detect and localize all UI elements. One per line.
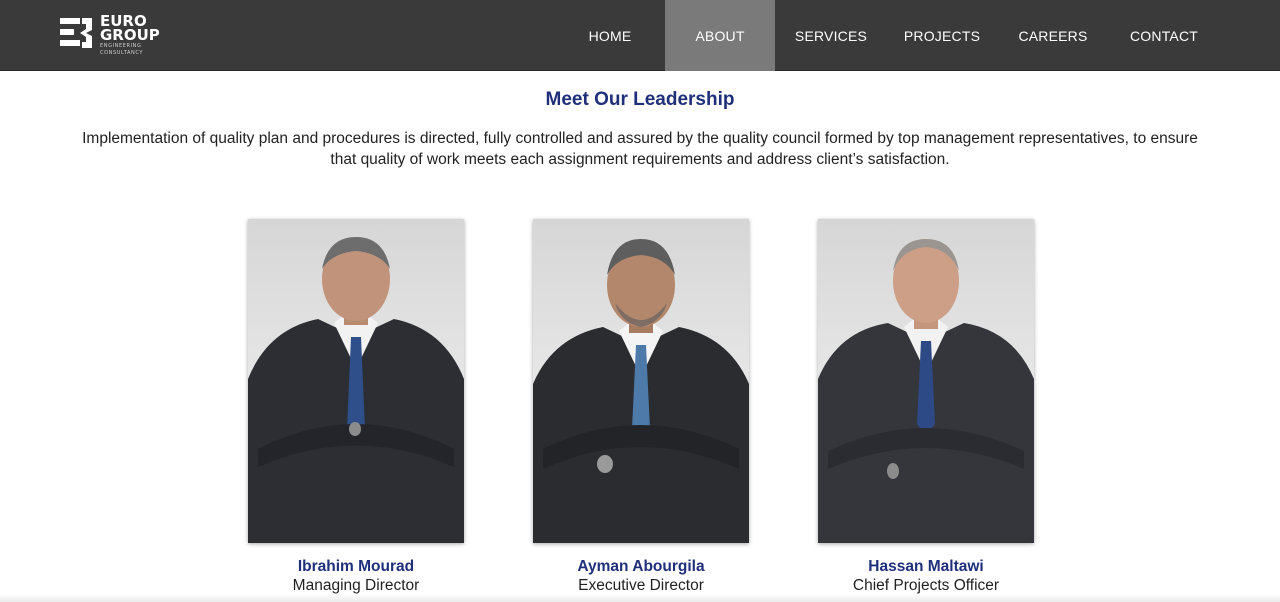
nav-about[interactable]: ABOUT	[665, 0, 775, 71]
leader-photo	[818, 219, 1034, 543]
leader-photo	[533, 219, 749, 543]
nav-services[interactable]: SERVICES	[775, 0, 887, 71]
section-intro: Implementation of quality plan and proce…	[82, 130, 1198, 168]
logo-mark-icon	[60, 18, 92, 48]
portrait-photo	[533, 239, 749, 543]
nav-projects[interactable]: PROJECTS	[887, 0, 997, 71]
leader-role: Managing Director	[292, 577, 420, 594]
page-bottom-shadow	[0, 594, 1280, 602]
nav-home[interactable]: HOME	[555, 0, 665, 71]
leader-role: Executive Director	[578, 577, 704, 594]
portrait-photo	[818, 239, 1034, 543]
leader-photo	[248, 219, 464, 543]
logo-subtitle-2: CONSULTANCY	[100, 50, 143, 56]
section-title: Meet Our Leadership	[545, 89, 735, 110]
logo-wordmark: EURO GROUP ENGINEERING CONSULTANCY	[100, 14, 160, 57]
nav-contact[interactable]: CONTACT	[1109, 0, 1219, 71]
nav-careers[interactable]: CAREERS	[997, 0, 1109, 71]
leader-card: Ayman Abourgila Executive Director	[533, 219, 749, 596]
main-nav: HOME ABOUT SERVICES PROJECTS CAREERS CON…	[555, 0, 1219, 71]
leader-name: Hassan Maltawi	[868, 558, 984, 575]
logo-line-2: GROUP	[100, 26, 160, 44]
leader-card: Hassan Maltawi Chief Projects Officer	[818, 219, 1034, 596]
top-navbar: EURO GROUP ENGINEERING CONSULTANCY HOME …	[0, 0, 1280, 71]
leader-role: Chief Projects Officer	[852, 577, 1000, 594]
leader-name: Ayman Abourgila	[577, 558, 705, 575]
portrait-photo	[248, 237, 464, 543]
euro-group-logo[interactable]: EURO GROUP ENGINEERING CONSULTANCY	[58, 14, 168, 58]
leader-name: Ibrahim Mourad	[297, 558, 415, 575]
leader-card: Ibrahim Mourad Managing Director	[248, 219, 464, 596]
